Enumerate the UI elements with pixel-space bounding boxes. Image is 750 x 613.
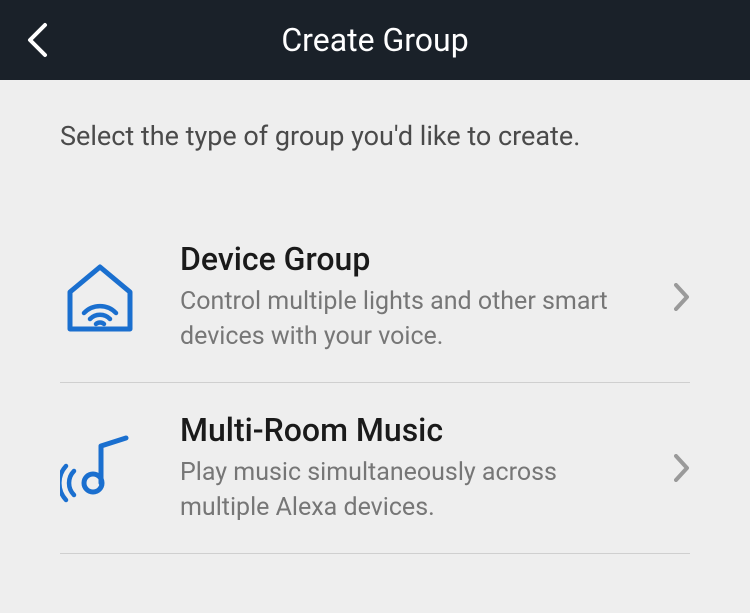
instruction-text: Select the type of group you'd like to c… [60,120,690,152]
content-area: Select the type of group you'd like to c… [0,80,750,554]
option-subtitle: Control multiple lights and other smart … [180,284,644,354]
smart-home-icon [60,257,140,337]
option-device-group[interactable]: Device Group Control multiple lights and… [60,212,690,383]
chevron-left-icon [26,22,48,58]
chevron-right-icon [674,283,690,311]
option-title: Device Group [180,240,644,278]
option-subtitle: Play music simultaneously across multipl… [180,455,644,525]
chevron-right-icon [674,454,690,482]
option-text-container: Multi-Room Music Play music simultaneous… [140,411,674,525]
option-text-container: Device Group Control multiple lights and… [140,240,674,354]
back-button[interactable] [18,14,56,66]
option-multi-room-music[interactable]: Multi-Room Music Play music simultaneous… [60,383,690,554]
multi-room-music-icon [60,428,140,508]
option-title: Multi-Room Music [180,411,644,449]
page-title: Create Group [0,21,750,59]
header-bar: Create Group [0,0,750,80]
